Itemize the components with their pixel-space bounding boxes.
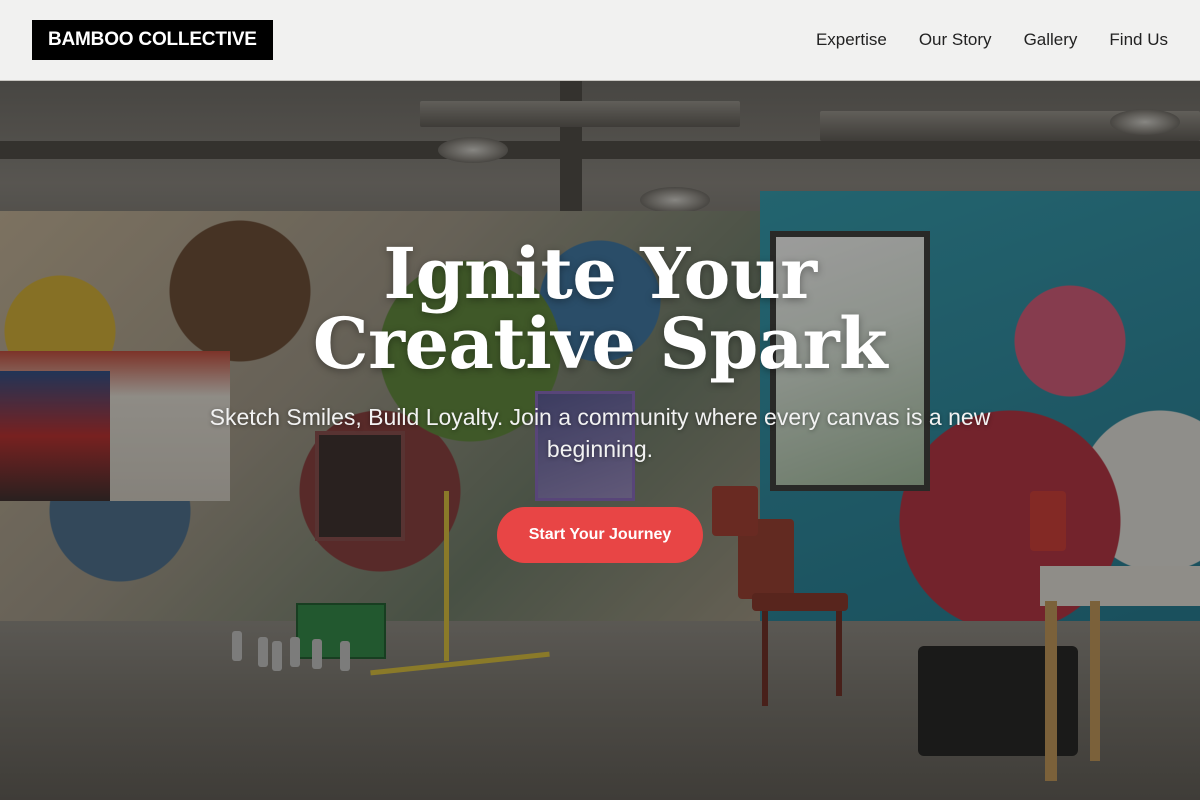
hero-title: Ignite Your Creative Spark [312, 232, 888, 385]
nav-link-find-us[interactable]: Find Us [1109, 30, 1168, 50]
hero-section: Ignite Your Creative Spark Sketch Smiles… [0, 81, 1200, 800]
nav-link-our-story[interactable]: Our Story [919, 30, 992, 50]
site-header: BAMBOO COLLECTIVE Expertise Our Story Ga… [0, 0, 1200, 81]
hero-subtitle: Sketch Smiles, Build Loyalty. Join a com… [209, 404, 991, 462]
start-journey-button[interactable]: Start Your Journey [496, 507, 704, 563]
hero-content: Ignite Your Creative Spark Sketch Smiles… [0, 239, 1200, 563]
main-nav: Expertise Our Story Gallery Find Us [816, 30, 1168, 50]
nav-link-gallery[interactable]: Gallery [1024, 30, 1078, 50]
brand-logo[interactable]: BAMBOO COLLECTIVE [32, 20, 273, 60]
nav-link-expertise[interactable]: Expertise [816, 30, 887, 50]
